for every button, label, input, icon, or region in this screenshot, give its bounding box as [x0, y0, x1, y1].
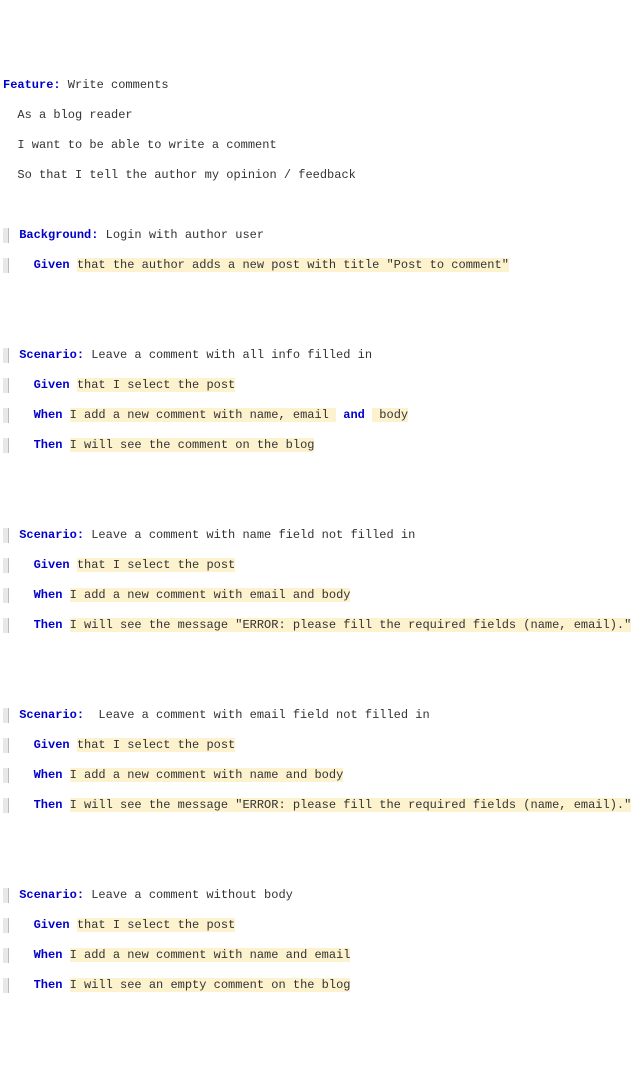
gutter-marker — [3, 378, 9, 393]
scenario-line: Scenario: Leave a comment with email fie… — [3, 708, 636, 723]
gutter-marker — [3, 558, 9, 573]
scenario-line: Scenario: Leave a comment with all info … — [3, 348, 636, 363]
gherkin-editor: Feature: Write comments As a blog reader… — [3, 63, 636, 1008]
gutter-marker — [3, 228, 9, 243]
gutter-marker — [3, 918, 9, 933]
step-text: I will see an empty comment on the blog — [70, 978, 351, 992]
scenario-line: Scenario: Leave a comment with name fiel… — [3, 528, 636, 543]
step-text: that I select the post — [77, 918, 235, 932]
gutter-marker — [3, 618, 9, 633]
when-keyword: When — [34, 408, 63, 422]
feature-desc: As a blog reader — [3, 108, 636, 123]
step-line: When I add a new comment with email and … — [3, 588, 636, 603]
given-keyword: Given — [34, 258, 70, 272]
scenario-keyword: Scenario: — [19, 348, 84, 362]
background-line: Background: Login with author user — [3, 228, 636, 243]
scenario-title: Leave a comment without body — [84, 888, 293, 902]
given-keyword: Given — [34, 738, 70, 752]
step-line: Given that I select the post — [3, 918, 636, 933]
then-keyword: Then — [34, 438, 63, 452]
step-line: Given that I select the post — [3, 378, 636, 393]
scenario-line: Scenario: Leave a comment without body — [3, 888, 636, 903]
and-keyword: and — [343, 408, 365, 422]
gutter-marker — [3, 708, 9, 723]
step-line: Given that I select the post — [3, 738, 636, 753]
feature-desc: I want to be able to write a comment — [3, 138, 636, 153]
background-keyword: Background: — [19, 228, 98, 242]
gutter-marker — [3, 588, 9, 603]
gutter-marker — [3, 528, 9, 543]
background-title: Login with author user — [98, 228, 264, 242]
given-keyword: Given — [34, 558, 70, 572]
gutter-marker — [3, 798, 9, 813]
then-keyword: Then — [34, 978, 63, 992]
step-line: Then I will see the message "ERROR: plea… — [3, 618, 636, 633]
blank-line — [3, 648, 636, 663]
step-text: I add a new comment with email and body — [70, 588, 351, 602]
blank-line — [3, 198, 636, 213]
given-keyword: Given — [34, 918, 70, 932]
blank-line — [3, 498, 636, 513]
blank-line — [3, 858, 636, 873]
feature-keyword: Feature: — [3, 78, 61, 92]
step-text: that I select the post — [77, 378, 235, 392]
gutter-marker — [3, 408, 9, 423]
step-text: I add a new comment with name, email — [70, 408, 336, 422]
blank-line — [3, 828, 636, 843]
step-line: When I add a new comment with name and e… — [3, 948, 636, 963]
gutter-marker — [3, 438, 9, 453]
step-line: Then I will see an empty comment on the … — [3, 978, 636, 993]
step-line: When I add a new comment with name and b… — [3, 768, 636, 783]
blank-line — [3, 318, 636, 333]
step-line: Given that I select the post — [3, 558, 636, 573]
scenario-title: Leave a comment with name field not fill… — [84, 528, 415, 542]
when-keyword: When — [34, 948, 63, 962]
scenario-title: Leave a comment with email field not fil… — [84, 708, 430, 722]
scenario-keyword: Scenario: — [19, 528, 84, 542]
gutter-marker — [3, 258, 9, 273]
scenario-title: Leave a comment with all info filled in — [84, 348, 372, 362]
step-line: Then I will see the comment on the blog — [3, 438, 636, 453]
step-text: body — [372, 408, 408, 422]
when-keyword: When — [34, 768, 63, 782]
gutter-marker — [3, 348, 9, 363]
scenario-keyword: Scenario: — [19, 888, 84, 902]
then-keyword: Then — [34, 798, 63, 812]
step-line: When I add a new comment with name, emai… — [3, 408, 636, 423]
scenario-keyword: Scenario: — [19, 708, 84, 722]
blank-line — [3, 468, 636, 483]
gutter-marker — [3, 948, 9, 963]
feature-line: Feature: Write comments — [3, 78, 636, 93]
step-text: I will see the message "ERROR: please fi… — [70, 798, 632, 812]
gutter-marker — [3, 888, 9, 903]
step-text: I will see the message "ERROR: please fi… — [70, 618, 632, 632]
feature-title: Write comments — [61, 78, 169, 92]
step-text: I will see the comment on the blog — [70, 438, 315, 452]
blank-line — [3, 288, 636, 303]
then-keyword: Then — [34, 618, 63, 632]
step-line: Then I will see the message "ERROR: plea… — [3, 798, 636, 813]
when-keyword: When — [34, 588, 63, 602]
gutter-marker — [3, 738, 9, 753]
blank-line — [3, 678, 636, 693]
step-text: that I select the post — [77, 738, 235, 752]
step-text: that I select the post — [77, 558, 235, 572]
gutter-marker — [3, 978, 9, 993]
step-text: I add a new comment with name and body — [70, 768, 344, 782]
step-line: Given that the author adds a new post wi… — [3, 258, 636, 273]
feature-desc: So that I tell the author my opinion / f… — [3, 168, 636, 183]
given-keyword: Given — [34, 378, 70, 392]
step-text: I add a new comment with name and email — [70, 948, 351, 962]
step-text: that the author adds a new post with tit… — [77, 258, 509, 272]
gutter-marker — [3, 768, 9, 783]
